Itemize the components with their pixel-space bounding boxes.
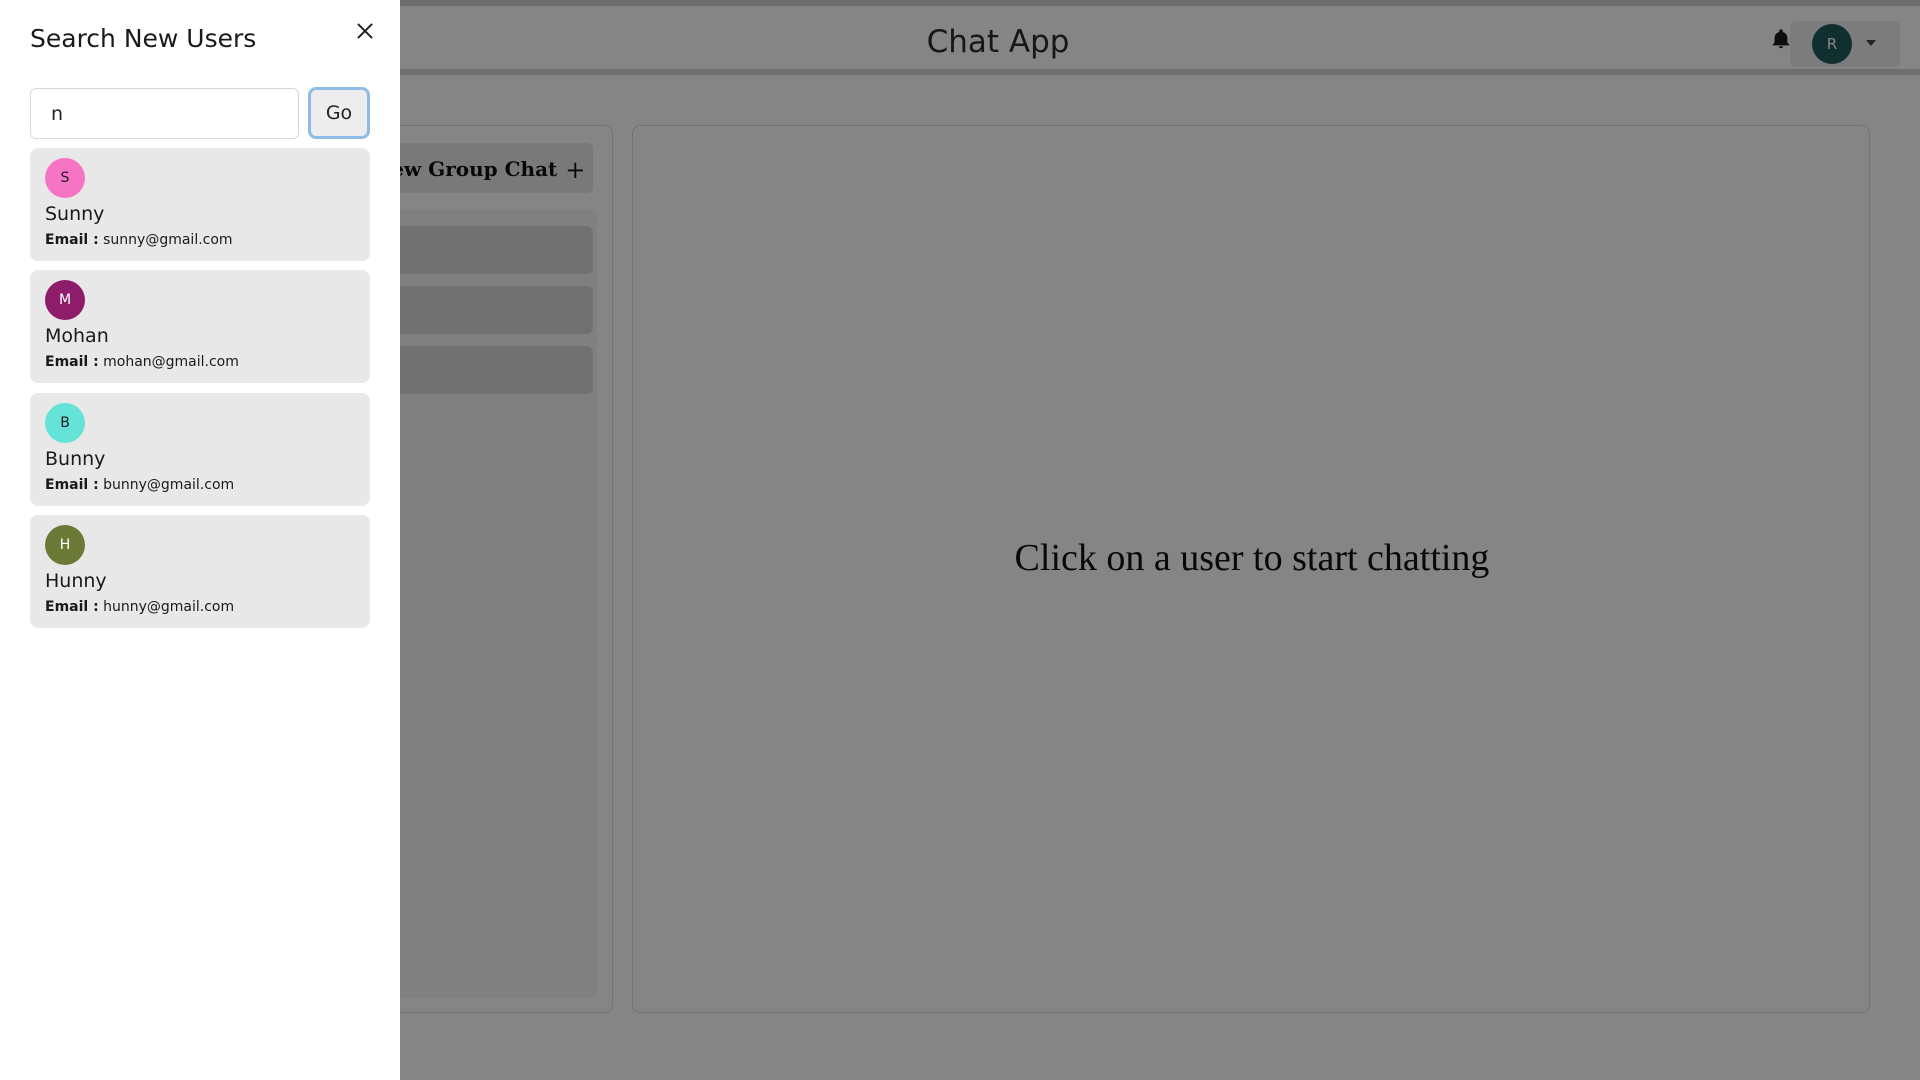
user-email: Email : hunny@gmail.com	[45, 599, 234, 615]
user-result-item[interactable]: B Bunny Email : bunny@gmail.com	[30, 393, 370, 506]
user-email: Email : sunny@gmail.com	[45, 232, 233, 248]
user-name: Mohan	[45, 325, 109, 347]
go-button[interactable]: Go	[308, 87, 370, 139]
avatar: S	[45, 158, 85, 198]
user-name: Sunny	[45, 203, 105, 225]
search-users-drawer: Search New Users Go S Sunny Email : sunny@…	[0, 0, 400, 1080]
email-value: hunny@gmail.com	[103, 599, 235, 615]
user-name: Hunny	[45, 570, 107, 592]
email-label: Email :	[45, 232, 99, 248]
email-label: Email :	[45, 354, 99, 370]
user-email: Email : mohan@gmail.com	[45, 354, 239, 370]
email-label: Email :	[45, 477, 99, 493]
user-result-item[interactable]: M Mohan Email : mohan@gmail.com	[30, 270, 370, 383]
close-icon[interactable]	[350, 16, 380, 46]
email-label: Email :	[45, 599, 99, 615]
search-input[interactable]	[30, 88, 299, 139]
email-value: bunny@gmail.com	[103, 477, 235, 493]
avatar: M	[45, 280, 85, 320]
drawer-title: Search New Users	[30, 24, 257, 53]
email-value: sunny@gmail.com	[103, 232, 233, 248]
email-value: mohan@gmail.com	[103, 354, 239, 370]
user-result-item[interactable]: S Sunny Email : sunny@gmail.com	[30, 148, 370, 261]
user-name: Bunny	[45, 448, 106, 470]
user-email: Email : bunny@gmail.com	[45, 477, 234, 493]
avatar: H	[45, 525, 85, 565]
avatar: B	[45, 403, 85, 443]
user-result-item[interactable]: H Hunny Email : hunny@gmail.com	[30, 515, 370, 628]
